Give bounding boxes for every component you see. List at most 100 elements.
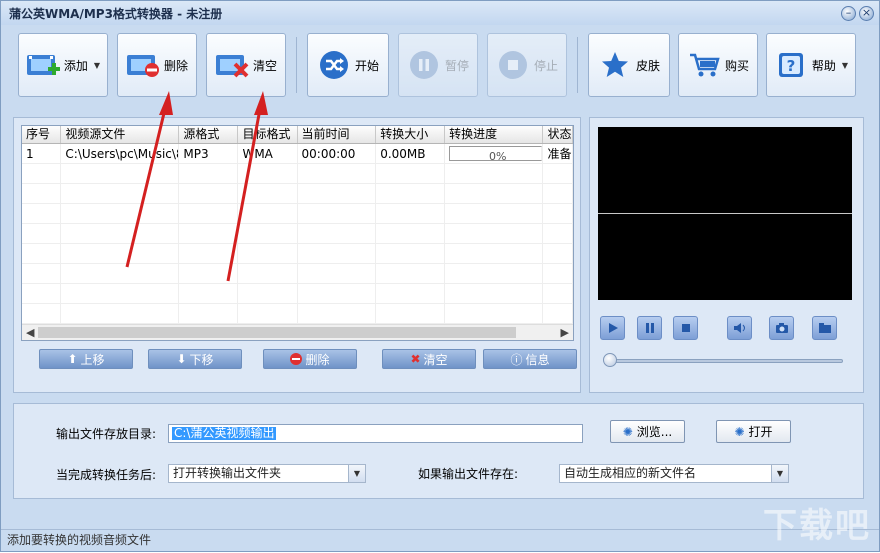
empty-cell <box>445 224 544 243</box>
progress-bar: 0% <box>449 146 543 161</box>
minimize-button[interactable]: – <box>841 6 856 21</box>
empty-cell <box>376 164 446 183</box>
empty-cell <box>22 204 62 223</box>
table-cell-time: 00:00:00 <box>298 144 377 163</box>
seek-slider-handle[interactable] <box>603 353 617 367</box>
list-clear-button[interactable]: ✖ 清空 <box>382 349 476 369</box>
pause-preview-button[interactable] <box>637 316 662 340</box>
skin-button[interactable]: 皮肤 <box>588 33 670 97</box>
column-header[interactable]: 转换进度 <box>445 126 544 143</box>
empty-cell <box>445 164 544 183</box>
empty-cell <box>22 264 62 283</box>
stop-preview-button[interactable] <box>673 316 698 340</box>
empty-cell <box>445 304 544 323</box>
delete-icon <box>290 353 303 365</box>
clear-button[interactable]: 清空 <box>206 33 286 97</box>
stop-icon <box>681 324 690 332</box>
chevron-down-icon[interactable]: ▼ <box>842 61 848 70</box>
table-row[interactable]: 1C:\Users\pc\Music\8...MP3WMA00:00:000.0… <box>22 144 573 164</box>
chevron-down-icon[interactable]: ▼ <box>771 465 788 482</box>
empty-cell <box>298 224 377 243</box>
empty-cell <box>543 304 573 323</box>
empty-cell <box>61 224 180 243</box>
column-header[interactable]: 视频源文件 <box>61 126 180 143</box>
volume-button[interactable] <box>727 316 752 340</box>
column-header[interactable]: 目标格式 <box>238 126 298 143</box>
chevron-down-icon[interactable]: ▼ <box>348 465 365 482</box>
column-header[interactable]: 当前时间 <box>298 126 377 143</box>
info-label: 信息 <box>525 352 550 367</box>
scroll-left-icon[interactable]: ◀ <box>26 325 34 340</box>
column-header[interactable]: 转换大小 <box>376 126 446 143</box>
start-button[interactable]: 开始 <box>307 33 389 97</box>
file-exists-select[interactable]: 自动生成相应的新文件名 ▼ <box>559 464 789 483</box>
empty-cell <box>179 184 239 203</box>
folder-button[interactable] <box>812 316 837 340</box>
stop-button[interactable]: 停止 <box>487 33 567 97</box>
star-icon <box>598 50 632 80</box>
file-exists-value: 自动生成相应的新文件名 <box>564 466 697 480</box>
empty-cell <box>238 244 298 263</box>
empty-cell <box>298 264 377 283</box>
empty-cell <box>298 164 377 183</box>
video-preview <box>598 127 852 300</box>
close-button[interactable]: × <box>859 6 874 21</box>
pause-label: 暂停 <box>444 58 469 73</box>
delete-button[interactable]: 删除 <box>117 33 197 97</box>
skin-label: 皮肤 <box>635 58 660 73</box>
table-header: 序号 视频源文件 源格式 目标格式 当前时间 转换大小 转换进度 状态 <box>22 126 573 144</box>
empty-cell <box>238 304 298 323</box>
buy-label: 购买 <box>724 58 749 73</box>
delete-label: 删除 <box>163 58 188 73</box>
output-dir-input[interactable]: C:\蒲公英视频输出 <box>168 424 583 443</box>
chevron-down-icon[interactable]: ▼ <box>94 61 100 70</box>
add-button[interactable]: 添加 ▼ <box>18 33 108 97</box>
empty-cell <box>238 264 298 283</box>
empty-cell <box>298 304 377 323</box>
film-add-icon <box>26 50 60 80</box>
browse-button[interactable]: ✺ 浏览... <box>610 420 685 443</box>
move-down-label: 下移 <box>189 352 214 367</box>
buy-button[interactable]: 购买 <box>678 33 758 97</box>
empty-row <box>22 204 573 224</box>
info-button[interactable]: ⓘ 信息 <box>483 349 577 369</box>
empty-cell <box>376 184 446 203</box>
browse-label: 浏览... <box>636 425 673 439</box>
column-header[interactable]: 源格式 <box>179 126 239 143</box>
empty-cell <box>22 184 62 203</box>
empty-cell <box>543 204 573 223</box>
move-down-button[interactable]: ⬇ 下移 <box>148 349 242 369</box>
empty-cell <box>376 284 446 303</box>
scroll-right-icon[interactable]: ▶ <box>561 325 569 340</box>
help-button[interactable]: ? 帮助 ▼ <box>766 33 856 97</box>
stop-icon <box>496 50 530 80</box>
play-button[interactable] <box>600 316 625 340</box>
empty-cell <box>543 264 573 283</box>
list-delete-button[interactable]: 删除 <box>263 349 357 369</box>
empty-cell <box>543 224 573 243</box>
empty-cell <box>179 224 239 243</box>
pause-button[interactable]: 暂停 <box>398 33 478 97</box>
horizontal-scrollbar[interactable]: ◀ ▶ <box>22 324 573 340</box>
scroll-thumb[interactable] <box>38 327 516 338</box>
list-delete-label: 删除 <box>305 352 330 367</box>
empty-cell <box>376 204 446 223</box>
open-label: 打开 <box>748 425 773 439</box>
stop-label: 停止 <box>533 58 558 73</box>
column-header[interactable]: 序号 <box>22 126 62 143</box>
file-table: 序号 视频源文件 源格式 目标格式 当前时间 转换大小 转换进度 状态 1 C:\Users\p… <box>21 125 574 341</box>
move-up-button[interactable]: ⬆ 上移 <box>39 349 133 369</box>
empty-cell <box>179 204 239 223</box>
seek-slider[interactable] <box>605 359 843 363</box>
watermark: 下载吧 <box>763 506 871 546</box>
video-divider <box>598 213 852 214</box>
snapshot-button[interactable] <box>769 316 794 340</box>
open-button[interactable]: ✺ 打开 <box>716 420 791 443</box>
after-task-select[interactable]: 打开转换输出文件夹 ▼ <box>168 464 366 483</box>
pause-icon <box>645 323 654 333</box>
toolbar: 添加 ▼ 删除 清空 开始 暂停 停止 皮肤 购买 ? 帮助 ▼ <box>1 27 879 105</box>
empty-row <box>22 164 573 184</box>
empty-cell <box>22 304 62 323</box>
column-header[interactable]: 状态 <box>543 126 573 143</box>
empty-cell <box>179 264 239 283</box>
